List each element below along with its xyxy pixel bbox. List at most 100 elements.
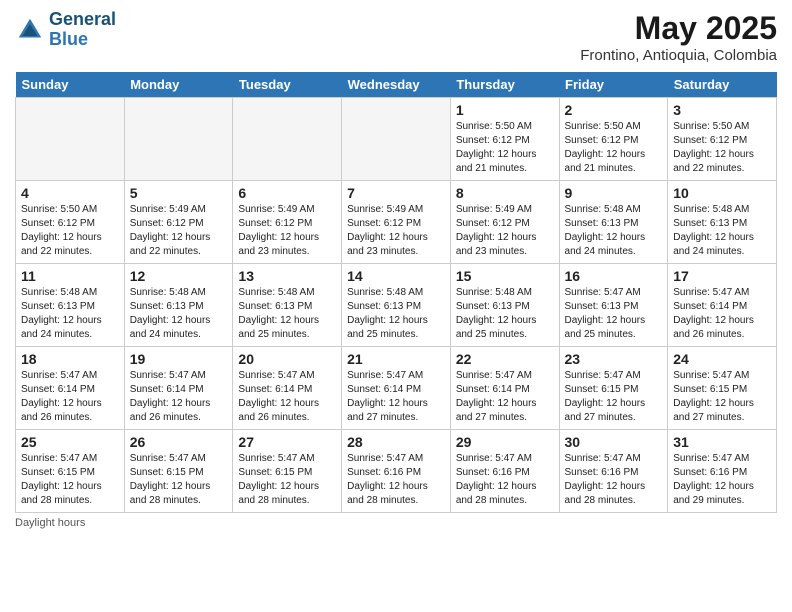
day-number: 27 <box>238 434 336 450</box>
calendar-cell: 6 Sunrise: 5:49 AMSunset: 6:12 PMDaylight… <box>233 181 342 264</box>
day-info: Sunrise: 5:48 AMSunset: 6:13 PMDaylight:… <box>347 286 445 342</box>
calendar-cell: 10 Sunrise: 5:48 AMSunset: 6:13 PMDayligh… <box>668 181 777 264</box>
day-number: 1 <box>456 102 554 118</box>
day-number: 10 <box>673 185 771 201</box>
day-number: 3 <box>673 102 771 118</box>
col-header-monday: Monday <box>124 72 233 98</box>
col-header-sunday: Sunday <box>16 72 125 98</box>
calendar-cell: 24Sunrise: 5:47 AMSunset: 6:15 PMDayligh… <box>668 347 777 430</box>
calendar-cell: 28 Sunrise: 5:47 AMSunset: 6:16 PMDayligh… <box>342 430 451 513</box>
day-info: Sunrise: 5:47 AMSunset: 6:16 PMDaylight:… <box>673 452 771 508</box>
day-number: 24 <box>673 351 771 367</box>
calendar-cell: 21Sunrise: 5:47 AMSunset: 6:14 PMDayligh… <box>342 347 451 430</box>
day-info: Sunrise: 5:48 AMSunset: 6:13 PMDaylight:… <box>130 286 228 342</box>
day-info: Sunrise: 5:49 AMSunset: 6:12 PMDaylight:… <box>238 203 336 259</box>
col-header-thursday: Thursday <box>450 72 559 98</box>
calendar-table: SundayMondayTuesdayWednesdayThursdayFrid… <box>15 72 777 513</box>
day-number: 17 <box>673 268 771 284</box>
day-info: Sunrise: 5:49 AMSunset: 6:12 PMDaylight:… <box>456 203 554 259</box>
day-info: Sunrise: 5:48 AMSunset: 6:13 PMDaylight:… <box>565 203 663 259</box>
calendar-cell <box>233 98 342 181</box>
calendar-cell: 30Sunrise: 5:47 AMSunset: 6:16 PMDayligh… <box>559 430 668 513</box>
day-info: Sunrise: 5:47 AMSunset: 6:14 PMDaylight:… <box>130 369 228 425</box>
day-info: Sunrise: 5:47 AMSunset: 6:14 PMDaylight:… <box>673 286 771 342</box>
footer-daylight: Daylight hours <box>15 517 777 529</box>
logo-blue: Blue <box>49 30 116 50</box>
calendar-cell: 4Sunrise: 5:50 AMSunset: 6:12 PMDaylight… <box>16 181 125 264</box>
day-number: 14 <box>347 268 445 284</box>
day-info: Sunrise: 5:48 AMSunset: 6:13 PMDaylight:… <box>456 286 554 342</box>
header: General Blue May 2025 Frontino, Antioqui… <box>15 10 777 64</box>
day-info: Sunrise: 5:47 AMSunset: 6:16 PMDaylight:… <box>565 452 663 508</box>
day-number: 9 <box>565 185 663 201</box>
day-number: 6 <box>238 185 336 201</box>
calendar-cell: 25Sunrise: 5:47 AMSunset: 6:15 PMDayligh… <box>16 430 125 513</box>
col-header-saturday: Saturday <box>668 72 777 98</box>
calendar-week-1: 1 Sunrise: 5:50 AMSunset: 6:12 PMDaylight… <box>16 98 777 181</box>
day-info: Sunrise: 5:50 AMSunset: 6:12 PMDaylight:… <box>456 120 554 176</box>
day-info: Sunrise: 5:47 AMSunset: 6:14 PMDaylight:… <box>238 369 336 425</box>
calendar-cell: 29 Sunrise: 5:47 AMSunset: 6:16 PMDayligh… <box>450 430 559 513</box>
calendar-header-row: SundayMondayTuesdayWednesdayThursdayFrid… <box>16 72 777 98</box>
calendar-cell: 16Sunrise: 5:47 AMSunset: 6:13 PMDayligh… <box>559 264 668 347</box>
day-info: Sunrise: 5:47 AMSunset: 6:16 PMDaylight:… <box>456 452 554 508</box>
logo: General Blue <box>15 10 116 50</box>
calendar-cell: 23 Sunrise: 5:47 AMSunset: 6:15 PMDayligh… <box>559 347 668 430</box>
calendar-cell: 26 Sunrise: 5:47 AMSunset: 6:15 PMDayligh… <box>124 430 233 513</box>
calendar-cell: 11 Sunrise: 5:48 AMSunset: 6:13 PMDayligh… <box>16 264 125 347</box>
day-number: 8 <box>456 185 554 201</box>
day-number: 15 <box>456 268 554 284</box>
calendar-cell: 27 Sunrise: 5:47 AMSunset: 6:15 PMDayligh… <box>233 430 342 513</box>
calendar-week-3: 11 Sunrise: 5:48 AMSunset: 6:13 PMDayligh… <box>16 264 777 347</box>
day-info: Sunrise: 5:47 AMSunset: 6:15 PMDaylight:… <box>21 452 119 508</box>
day-number: 22 <box>456 351 554 367</box>
calendar-week-4: 18 Sunrise: 5:47 AMSunset: 6:14 PMDayligh… <box>16 347 777 430</box>
calendar-cell: 22 Sunrise: 5:47 AMSunset: 6:14 PMDayligh… <box>450 347 559 430</box>
calendar-cell: 18 Sunrise: 5:47 AMSunset: 6:14 PMDayligh… <box>16 347 125 430</box>
col-header-tuesday: Tuesday <box>233 72 342 98</box>
calendar-cell: 7Sunrise: 5:49 AMSunset: 6:12 PMDaylight… <box>342 181 451 264</box>
calendar-cell: 14 Sunrise: 5:48 AMSunset: 6:13 PMDayligh… <box>342 264 451 347</box>
calendar-cell: 8 Sunrise: 5:49 AMSunset: 6:12 PMDaylight… <box>450 181 559 264</box>
day-info: Sunrise: 5:48 AMSunset: 6:13 PMDaylight:… <box>21 286 119 342</box>
day-info: Sunrise: 5:48 AMSunset: 6:13 PMDaylight:… <box>673 203 771 259</box>
col-header-wednesday: Wednesday <box>342 72 451 98</box>
calendar-cell: 31 Sunrise: 5:47 AMSunset: 6:16 PMDayligh… <box>668 430 777 513</box>
location-subtitle: Frontino, Antioquia, Colombia <box>580 47 777 64</box>
day-number: 29 <box>456 434 554 450</box>
day-number: 2 <box>565 102 663 118</box>
day-number: 19 <box>130 351 228 367</box>
day-number: 18 <box>21 351 119 367</box>
day-info: Sunrise: 5:47 AMSunset: 6:15 PMDaylight:… <box>130 452 228 508</box>
day-number: 26 <box>130 434 228 450</box>
calendar-week-5: 25Sunrise: 5:47 AMSunset: 6:15 PMDayligh… <box>16 430 777 513</box>
logo-icon <box>15 15 45 45</box>
day-info: Sunrise: 5:50 AMSunset: 6:12 PMDaylight:… <box>673 120 771 176</box>
day-number: 28 <box>347 434 445 450</box>
day-info: Sunrise: 5:50 AMSunset: 6:12 PMDaylight:… <box>21 203 119 259</box>
day-number: 31 <box>673 434 771 450</box>
day-info: Sunrise: 5:47 AMSunset: 6:14 PMDaylight:… <box>456 369 554 425</box>
calendar-cell: 15 Sunrise: 5:48 AMSunset: 6:13 PMDayligh… <box>450 264 559 347</box>
day-info: Sunrise: 5:47 AMSunset: 6:13 PMDaylight:… <box>565 286 663 342</box>
calendar-week-2: 4Sunrise: 5:50 AMSunset: 6:12 PMDaylight… <box>16 181 777 264</box>
day-number: 23 <box>565 351 663 367</box>
calendar-cell: 3 Sunrise: 5:50 AMSunset: 6:12 PMDaylight… <box>668 98 777 181</box>
day-number: 11 <box>21 268 119 284</box>
calendar-cell: 12Sunrise: 5:48 AMSunset: 6:13 PMDayligh… <box>124 264 233 347</box>
day-info: Sunrise: 5:47 AMSunset: 6:14 PMDaylight:… <box>347 369 445 425</box>
calendar-cell: 17 Sunrise: 5:47 AMSunset: 6:14 PMDayligh… <box>668 264 777 347</box>
title-block: May 2025 Frontino, Antioquia, Colombia <box>580 10 777 64</box>
day-info: Sunrise: 5:49 AMSunset: 6:12 PMDaylight:… <box>130 203 228 259</box>
calendar-cell: 9 Sunrise: 5:48 AMSunset: 6:13 PMDaylight… <box>559 181 668 264</box>
day-number: 20 <box>238 351 336 367</box>
calendar-cell: 20 Sunrise: 5:47 AMSunset: 6:14 PMDayligh… <box>233 347 342 430</box>
calendar-cell: 19 Sunrise: 5:47 AMSunset: 6:14 PMDayligh… <box>124 347 233 430</box>
day-info: Sunrise: 5:47 AMSunset: 6:16 PMDaylight:… <box>347 452 445 508</box>
day-info: Sunrise: 5:47 AMSunset: 6:15 PMDaylight:… <box>238 452 336 508</box>
day-info: Sunrise: 5:48 AMSunset: 6:13 PMDaylight:… <box>238 286 336 342</box>
day-info: Sunrise: 5:47 AMSunset: 6:14 PMDaylight:… <box>21 369 119 425</box>
day-info: Sunrise: 5:50 AMSunset: 6:12 PMDaylight:… <box>565 120 663 176</box>
day-info: Sunrise: 5:47 AMSunset: 6:15 PMDaylight:… <box>565 369 663 425</box>
logo-general: General <box>49 10 116 30</box>
